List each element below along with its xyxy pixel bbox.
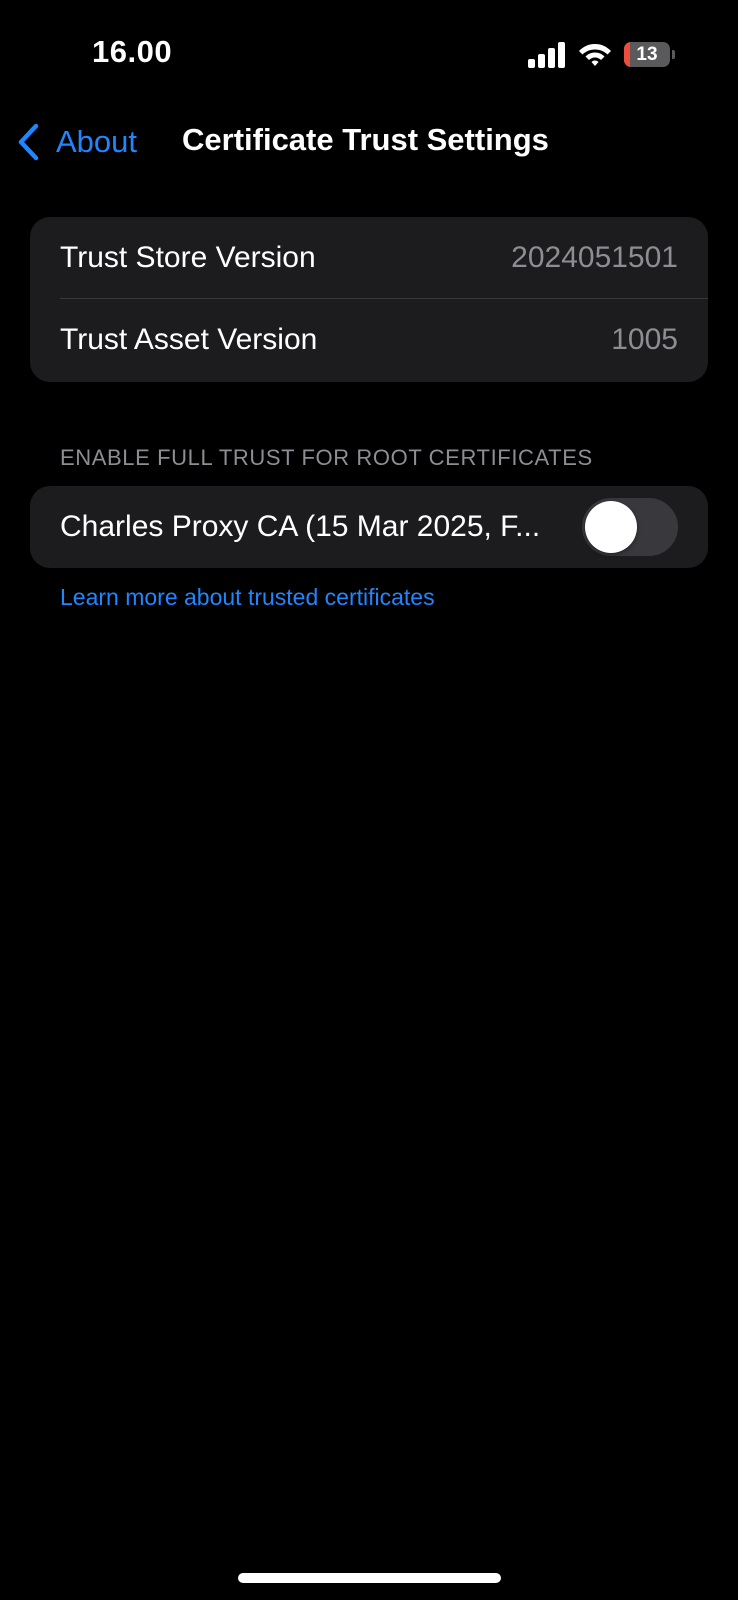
wifi-icon [579, 44, 611, 66]
trust-store-version-value: 2024051501 [511, 241, 678, 274]
versions-group: Trust Store Version 2024051501 Trust Ass… [30, 217, 708, 382]
battery-tip [672, 50, 675, 59]
cellular-signal-icon [528, 42, 565, 68]
back-button-label: About [56, 124, 138, 159]
certificate-label: Charles Proxy CA (15 Mar 2025, F... [60, 510, 541, 543]
battery-icon: 13 [624, 42, 675, 67]
trust-asset-version-row: Trust Asset Version 1005 [30, 299, 708, 381]
navigation-bar: About Certificate Trust Settings [0, 110, 738, 174]
root-certificates-group: Charles Proxy CA (15 Mar 2025, F... [30, 486, 708, 568]
trust-asset-version-label: Trust Asset Version [60, 323, 318, 356]
toggle-knob [585, 501, 637, 553]
trust-store-version-label: Trust Store Version [60, 241, 316, 274]
page-title: Certificate Trust Settings [182, 122, 549, 157]
status-bar: 16.00 13 [0, 0, 738, 100]
status-time: 16.00 [92, 34, 173, 69]
trust-store-version-row: Trust Store Version 2024051501 [30, 217, 708, 299]
chevron-left-icon [18, 123, 39, 161]
learn-more-link[interactable]: Learn more about trusted certificates [60, 584, 435, 611]
certificate-trust-toggle[interactable] [582, 498, 678, 556]
home-indicator[interactable] [238, 1573, 501, 1583]
root-certificates-section-header: ENABLE FULL TRUST FOR ROOT CERTIFICATES [60, 445, 593, 470]
battery-body: 13 [624, 42, 670, 67]
trust-asset-version-value: 1005 [611, 323, 678, 356]
back-button[interactable]: About [16, 120, 137, 164]
battery-level: 13 [636, 44, 658, 65]
certificate-row: Charles Proxy CA (15 Mar 2025, F... [30, 486, 708, 568]
